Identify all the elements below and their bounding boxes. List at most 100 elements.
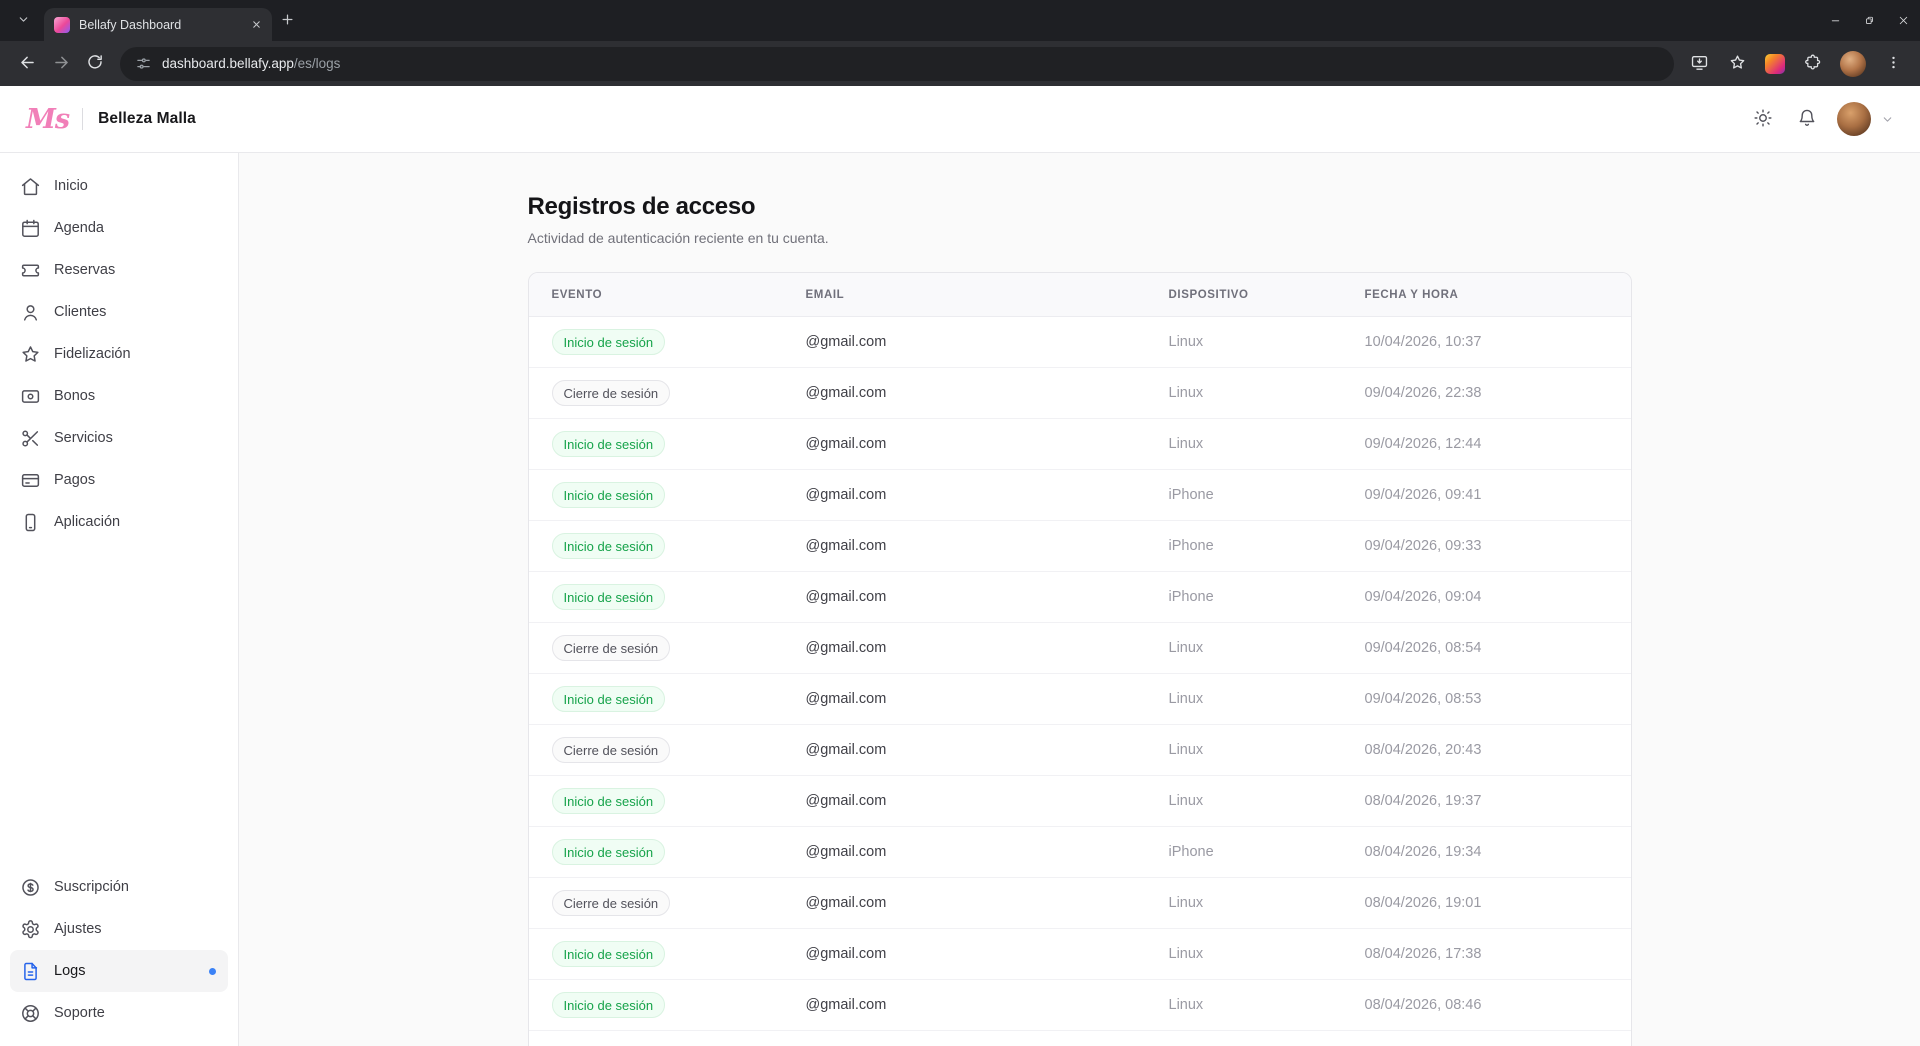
sidebar-item-inicio[interactable]: Inicio: [10, 165, 228, 207]
tab-close-icon[interactable]: [246, 15, 266, 35]
extensions-puzzle-icon: [1804, 53, 1822, 74]
datetime-cell: 08/04/2026, 17:38: [1342, 946, 1631, 962]
email-cell: @gmail.com: [783, 844, 1146, 860]
browser-tab[interactable]: Bellafy Dashboard: [44, 8, 272, 41]
tab-search-chevron-icon: [17, 13, 30, 29]
sidebar-item-suscripcion[interactable]: Suscripción: [10, 866, 228, 908]
url-path: /es/logs: [294, 56, 341, 71]
event-badge: Cierre de sesión: [552, 890, 671, 916]
event-badge: Inicio de sesión: [552, 431, 666, 457]
theme-sun-icon: [1753, 108, 1773, 131]
extension-icon[interactable]: [1765, 54, 1785, 74]
sidebar-item-agenda[interactable]: Agenda: [10, 207, 228, 249]
bookmark-star-button[interactable]: [1720, 47, 1754, 81]
table-row: Inicio de sesión @gmail.com iPhone 09/04…: [529, 521, 1631, 572]
install-app-icon: [1690, 53, 1709, 75]
user-icon: [20, 302, 41, 323]
tab-search-button[interactable]: [8, 6, 38, 36]
bookmark-star-icon: [1728, 53, 1747, 75]
active-indicator-dot: [209, 968, 216, 975]
forward-button[interactable]: [44, 47, 78, 81]
calendar-icon: [20, 218, 41, 239]
datetime-cell: 09/04/2026, 09:41: [1342, 487, 1631, 503]
new-tab-button[interactable]: [272, 6, 302, 36]
sidebar-item-label: Agenda: [54, 220, 104, 236]
sidebar-item-label: Reservas: [54, 262, 115, 278]
device-cell: iPhone: [1146, 589, 1342, 605]
home-icon: [20, 176, 41, 197]
brand-name: Belleza Malla: [98, 110, 196, 128]
sidebar: Inicio Agenda Reservas Clientes Fideliza…: [0, 153, 239, 1046]
toolbar-actions: [1682, 47, 1910, 81]
table-row: Inicio de sesión @gmail.com Linux 08/04/…: [529, 980, 1631, 1031]
sidebar-item-clientes[interactable]: Clientes: [10, 291, 228, 333]
tab-title: Bellafy Dashboard: [79, 18, 246, 32]
chevron-down-icon[interactable]: [1881, 113, 1894, 126]
event-badge: Cierre de sesión: [552, 635, 671, 661]
scissors-icon: [20, 428, 41, 449]
device-cell: iPhone: [1146, 538, 1342, 554]
window-minimize-button[interactable]: [1818, 0, 1852, 41]
sidebar-item-soporte[interactable]: Soporte: [10, 992, 228, 1034]
menu-dots-icon: [1885, 54, 1902, 74]
coin-icon: [20, 877, 41, 898]
column-header-fecha: FECHA Y HORA: [1342, 289, 1631, 301]
sidebar-item-label: Suscripción: [54, 879, 129, 895]
sidebar-item-logs[interactable]: Logs: [10, 950, 228, 992]
event-badge: Inicio de sesión: [552, 941, 666, 967]
main-area: Registros de acceso Actividad de autenti…: [239, 153, 1920, 1046]
new-tab-icon: [280, 12, 295, 30]
header-actions: [1745, 101, 1894, 137]
window-close-button[interactable]: [1886, 0, 1920, 41]
gear-icon: [20, 919, 41, 940]
theme-toggle-button[interactable]: [1745, 101, 1781, 137]
sidebar-item-servicios[interactable]: Servicios: [10, 417, 228, 459]
user-avatar[interactable]: [1837, 102, 1871, 136]
device-cell: Linux: [1146, 436, 1342, 452]
email-cell: @gmail.com: [783, 589, 1146, 605]
email-cell: @gmail.com: [783, 793, 1146, 809]
table-row: Inicio de sesión @gmail.com Linux 10/04/…: [529, 317, 1631, 368]
sidebar-item-reservas[interactable]: Reservas: [10, 249, 228, 291]
event-badge: Cierre de sesión: [552, 737, 671, 763]
datetime-cell: 10/04/2026, 10:37: [1342, 334, 1631, 350]
event-badge: Cierre de sesión: [552, 380, 671, 406]
email-cell: @gmail.com: [783, 487, 1146, 503]
file-text-icon: [20, 961, 41, 982]
reload-button[interactable]: [78, 47, 112, 81]
notifications-button[interactable]: [1789, 101, 1825, 137]
event-badge: Inicio de sesión: [552, 329, 666, 355]
sidebar-item-pagos[interactable]: Pagos: [10, 459, 228, 501]
reload-icon: [86, 53, 104, 74]
sidebar-item-label: Bonos: [54, 388, 95, 404]
logo-divider: [82, 108, 83, 130]
window-restore-button[interactable]: [1852, 0, 1886, 41]
table-row: Cierre de sesión @gmail.com Linux 09/04/…: [529, 623, 1631, 674]
datetime-cell: 08/04/2026, 19:34: [1342, 844, 1631, 860]
browser-menu-button[interactable]: [1876, 47, 1910, 81]
app-header: Ms Belleza Malla: [0, 86, 1920, 153]
sidebar-item-label: Clientes: [54, 304, 106, 320]
window-controls: [1818, 0, 1920, 41]
datetime-cell: 08/04/2026, 19:01: [1342, 895, 1631, 911]
app-body: Inicio Agenda Reservas Clientes Fideliza…: [0, 153, 1920, 1046]
back-button[interactable]: [10, 47, 44, 81]
site-info-tune-icon[interactable]: [136, 56, 151, 71]
sidebar-item-fidelizacion[interactable]: Fidelización: [10, 333, 228, 375]
sidebar-spacer: [10, 543, 228, 866]
sidebar-item-ajustes[interactable]: Ajustes: [10, 908, 228, 950]
sidebar-item-aplicacion[interactable]: Aplicación: [10, 501, 228, 543]
email-cell: @gmail.com: [783, 946, 1146, 962]
install-app-button[interactable]: [1682, 47, 1716, 81]
sidebar-item-bonos[interactable]: Bonos: [10, 375, 228, 417]
url-text: dashboard.bellafy.app/es/logs: [162, 56, 340, 71]
address-bar[interactable]: dashboard.bellafy.app/es/logs: [120, 47, 1674, 81]
browser-profile-avatar[interactable]: [1840, 51, 1866, 77]
event-badge: Inicio de sesión: [552, 533, 666, 559]
table-row: Cierre de sesión @gmail.com Linux 08/04/…: [529, 878, 1631, 929]
table-header-row: EVENTO EMAIL DISPOSITIVO FECHA Y HORA: [529, 273, 1631, 317]
event-badge: Inicio de sesión: [552, 482, 666, 508]
sidebar-item-label: Inicio: [54, 178, 88, 194]
extensions-puzzle-button[interactable]: [1796, 47, 1830, 81]
page-subtitle: Actividad de autenticación reciente en t…: [528, 230, 1632, 246]
